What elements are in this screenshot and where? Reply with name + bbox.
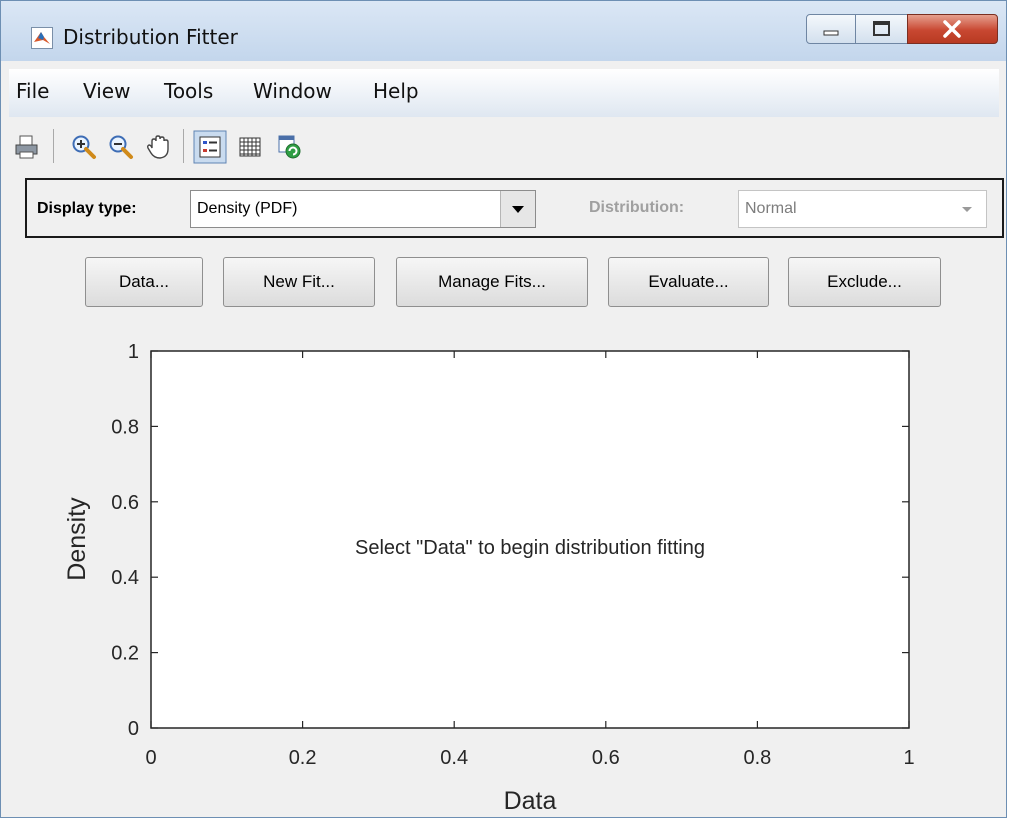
new-fit-button[interactable]: New Fit... — [223, 257, 375, 307]
title-bar[interactable]: Distribution Fitter — [1, 1, 1006, 61]
legend-toggle-icon[interactable] — [193, 130, 227, 164]
menu-window[interactable]: Window — [253, 79, 332, 103]
distribution-fitter-window: Distribution Fitter File View Tools Wind… — [0, 0, 1007, 818]
maximize-icon — [873, 21, 890, 36]
y-tick-label: 0.8 — [111, 416, 139, 438]
chevron-down-icon — [962, 207, 972, 212]
maximize-button[interactable] — [855, 14, 908, 44]
exclude-button[interactable]: Exclude... — [788, 257, 941, 307]
menu-bar: File View Tools Window Help — [9, 69, 999, 117]
menu-help[interactable]: Help — [373, 79, 419, 103]
menu-file[interactable]: File — [16, 79, 49, 103]
print-icon[interactable] — [13, 133, 41, 161]
display-type-dropdown[interactable]: Density (PDF) — [190, 190, 536, 228]
empty-plot-message: Select "Data" to begin distribution fitt… — [355, 537, 705, 559]
zoom-out-icon[interactable] — [107, 133, 135, 161]
x-axis-label: Data — [504, 787, 557, 815]
y-tick-label: 0.6 — [111, 492, 139, 514]
pan-hand-icon[interactable] — [144, 133, 172, 161]
distribution-label: Distribution: — [589, 199, 685, 216]
toolbar-separator — [53, 129, 54, 163]
data-button[interactable]: Data... — [85, 257, 203, 307]
display-type-panel: Display type: Density (PDF) Distribution… — [25, 178, 1004, 238]
window-title: Distribution Fitter — [63, 25, 238, 49]
y-tick-label: 0.4 — [111, 567, 139, 589]
close-button[interactable] — [907, 14, 998, 44]
y-tick-label: 1 — [128, 341, 139, 363]
x-tick-label: 0.8 — [743, 747, 771, 769]
matlab-app-icon — [31, 27, 53, 49]
dropdown-arrow-icon[interactable] — [500, 191, 535, 227]
grid-toggle-icon[interactable] — [236, 133, 264, 161]
x-tick-label: 1 — [903, 747, 914, 769]
plot-axes: 0 0.2 0.4 0.6 0.8 1 0 0.2 0.4 0.6 0.8 1 Data Densi… — [63, 341, 915, 815]
toolbar-separator — [183, 129, 184, 163]
close-icon — [943, 20, 961, 38]
restore-view-icon[interactable] — [275, 133, 303, 161]
menu-tools[interactable]: Tools — [164, 79, 213, 103]
distribution-value: Normal — [745, 200, 797, 217]
distribution-dropdown: Normal — [738, 190, 987, 228]
x-tick-label: 0.2 — [289, 747, 317, 769]
y-axis-label: Density — [63, 497, 91, 581]
x-tick-label: 0.4 — [440, 747, 468, 769]
manage-fits-button[interactable]: Manage Fits... — [396, 257, 588, 307]
y-tick-label: 0 — [128, 718, 139, 740]
menu-view[interactable]: View — [83, 79, 130, 103]
zoom-in-icon[interactable] — [70, 133, 98, 161]
x-tick-label: 0 — [145, 747, 156, 769]
toolbar — [9, 119, 999, 171]
evaluate-button[interactable]: Evaluate... — [608, 257, 769, 307]
minimize-icon — [823, 30, 839, 36]
minimize-button[interactable] — [806, 14, 856, 44]
display-type-label: Display type: — [37, 200, 137, 217]
display-type-value: Density (PDF) — [197, 200, 298, 217]
x-tick-label: 0.6 — [592, 747, 620, 769]
y-tick-label: 0.2 — [111, 643, 139, 665]
